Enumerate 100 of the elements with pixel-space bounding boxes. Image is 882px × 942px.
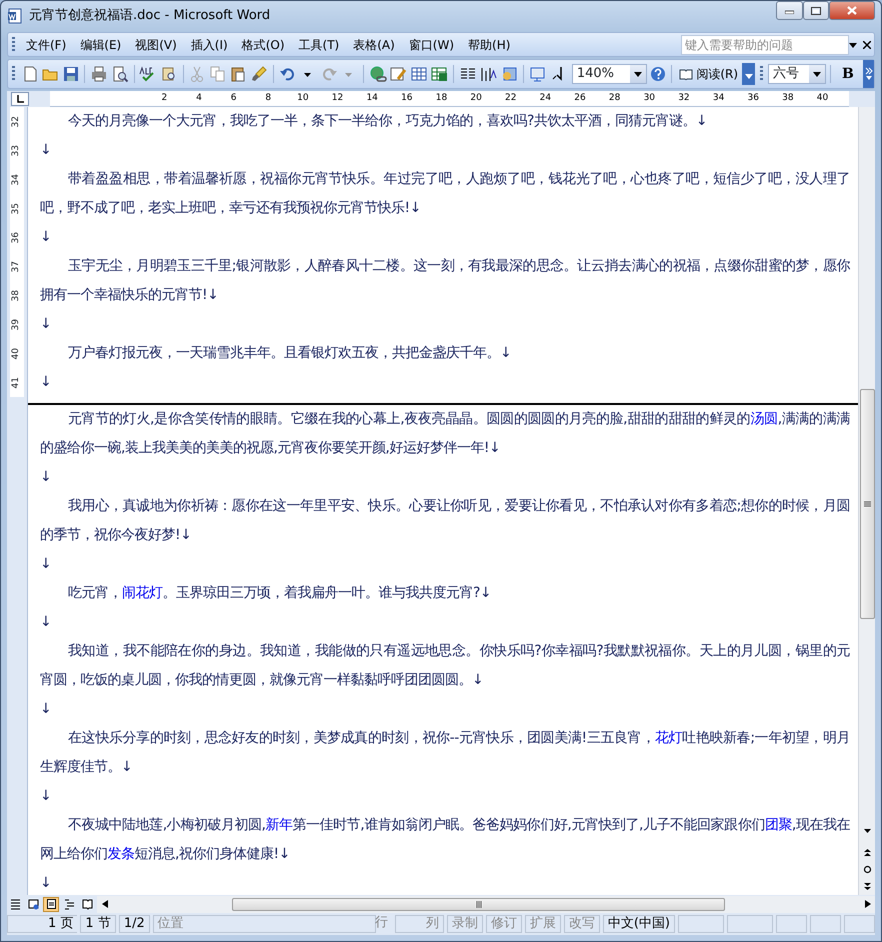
bold-button[interactable]: B — [834, 63, 861, 85]
status-field: 1/2 — [118, 915, 150, 933]
status-field: 改写 — [564, 915, 600, 933]
paragraph: 吃元宵，闹花灯。玉界琼田三万顷，着我扁舟一叶。谁与我共度元宵?↓ — [67, 584, 492, 603]
ruler-number: 16 — [400, 92, 414, 105]
ruler-number: 40 — [10, 348, 22, 360]
menu-item[interactable]: 插入(I) — [184, 34, 235, 56]
status-field: 1 页 — [7, 915, 78, 933]
grip-icon — [476, 900, 482, 908]
maximize-button[interactable] — [803, 1, 829, 20]
paragraph-mark: ↓ — [40, 613, 52, 632]
minimize-button[interactable] — [776, 1, 803, 20]
ruler-number: 35 — [10, 202, 22, 214]
paragraph: 我知道，我不能陪在你的身边。我知道，我能做的只有遥远地思念。你快乐吗?你幸福吗?我默默祝福你。天上的月儿圆，锅里的元宵圆，吃饭的桌儿圆，你我的情更圆，就像元宵一样黏黏呼呼团团圆圆。↓ — [40, 642, 850, 690]
ruler-number: 28 — [608, 92, 622, 105]
paragraph-mark: ↓ — [40, 874, 52, 893]
caret-icon — [634, 72, 642, 76]
print-preview-icon[interactable] — [110, 65, 129, 83]
document-map-icon[interactable] — [500, 65, 518, 83]
menu-item[interactable]: 帮助(H) — [461, 34, 518, 56]
toolbar-options-icon[interactable] — [864, 67, 872, 81]
ruler-number: 33 — [10, 144, 22, 156]
drawing-icon[interactable] — [479, 65, 498, 83]
close-button[interactable] — [829, 1, 875, 20]
status-field: 扩展 — [524, 915, 561, 933]
table-icon[interactable] — [410, 65, 428, 83]
word-document-icon — [7, 8, 23, 24]
paragraph: 带着盈盈相思，带着温馨祈愿，祝福你元宵节快乐。年过完了吧，人跑烦了吧，钱花光了吧，心也疼了吧，短信少了吧，没人理了吧，野不成了吧，老实上班吧，幸亏还有我预祝你元宵节快乐!↓ — [40, 170, 850, 218]
paragraph-mark: ↓ — [40, 373, 52, 392]
ruler-number: 12 — [330, 92, 344, 105]
browse-object-icon[interactable] — [862, 865, 872, 874]
globe-link-icon[interactable] — [368, 65, 387, 83]
ruler-number: 10 — [296, 92, 310, 105]
clipboard-icon[interactable] — [229, 65, 248, 83]
ruler-number: 37 — [10, 260, 22, 272]
scrollbar-thumb[interactable] — [232, 898, 725, 910]
menu-item[interactable]: 视图(V) — [128, 34, 184, 56]
lines-icon — [10, 898, 20, 910]
font-size-dropdown[interactable]: 六号 — [768, 64, 826, 84]
ruler-number: 41 — [10, 376, 22, 388]
tab-selector[interactable] — [11, 92, 29, 106]
menu-item[interactable]: 文件(F) — [19, 34, 74, 56]
table-pencil-icon[interactable] — [389, 65, 408, 83]
status-field: 中文(中国) — [602, 915, 675, 933]
ruler-number: 36 — [746, 92, 760, 105]
ruler-number: 38 — [10, 290, 22, 302]
open-book-icon — [82, 898, 92, 910]
ruler-number: 36 — [10, 232, 22, 244]
paragraph: 元宵节的灯火,是你含笑传情的眼睛。它缀在我的心幕上,夜夜亮晶晶。圆圆的圆圆的月亮的脸,甜甜的甜甜的鲜灵的汤圆,满满的满满的盛给你一碗,装上我美美的美美的祝愿,元宵夜你要笑开颜,好运好梦伴一年!↓ — [40, 410, 850, 458]
paragraph-mark: ↓ — [40, 141, 52, 160]
close-icon — [847, 6, 857, 15]
help-search-field[interactable]: 键入需要帮助的问题 — [681, 34, 849, 54]
paragraph: 万户春灯报元夜，一天瑞雪兆丰年。且看银灯欢五夜，共把金盏庆千年。↓ — [67, 344, 512, 363]
ruler-number: 14 — [365, 92, 379, 105]
ruler-number: 32 — [677, 92, 691, 105]
paragraph: 玉宇无尘，月明碧玉三千里;银河散影，人醉春风十二楼。这一刻，有我最深的思念。让云捎去满心的祝福，点缀你甜蜜的梦，愿你拥有一个幸福快乐的元宵节!↓ — [40, 257, 850, 305]
brush-icon[interactable] — [250, 65, 268, 83]
paragraph: 今天的月亮像一个大元宵，我吃了一半，条下一半给你，巧克力馅的，喜欢吗?共饮太平酒，同猜元宵谜。↓ — [67, 112, 708, 131]
ruler-number: 18 — [434, 92, 448, 105]
ruler-number: 30 — [642, 92, 656, 105]
status-field — [727, 915, 774, 933]
window-title: 元宵节创意祝福语.doc - Microsoft Word — [29, 7, 270, 26]
menu-item[interactable]: 工具(T) — [292, 34, 346, 56]
scroll-left-icon[interactable] — [102, 900, 108, 908]
menu-item[interactable]: 编辑(E) — [73, 34, 128, 56]
status-field: 行 — [374, 915, 392, 933]
web-page-icon — [28, 898, 38, 910]
ruler-number: 8 — [264, 92, 272, 105]
paragraph-mark: ↓ — [40, 787, 52, 806]
outline-icon — [64, 898, 74, 910]
scrollbar-thumb[interactable] — [860, 389, 874, 619]
view-mode-button[interactable] — [43, 896, 59, 912]
caret-icon[interactable] — [849, 42, 857, 48]
ruler-number: 26 — [573, 92, 587, 105]
scroll-right-icon[interactable] — [864, 900, 870, 908]
paragraph: 在这快乐分享的时刻，思念好友的时刻，美梦成真的时刻，祝你--元宵快乐，团圆美满!三五良宵，花灯吐艳映新春;一年初望，明月生辉度佳节。↓ — [40, 729, 850, 777]
ruler-number: 39 — [10, 318, 22, 330]
ruler-number: 20 — [469, 92, 483, 105]
zoom-dropdown[interactable]: 140% — [572, 64, 647, 84]
ruler-number: 40 — [816, 92, 830, 105]
ruler-number: 38 — [781, 92, 795, 105]
next-page-icon[interactable] — [862, 882, 872, 891]
paragraph-mark: ↓ — [40, 555, 52, 574]
paragraph-mark: ↓ — [40, 468, 52, 487]
save-icon[interactable] — [62, 65, 80, 83]
page-icon — [46, 898, 56, 910]
menu-item[interactable]: 窗口(W) — [402, 34, 462, 56]
previous-page-icon[interactable] — [862, 848, 872, 857]
close-icon[interactable] — [863, 41, 871, 50]
status-field — [776, 915, 808, 933]
ruler-number: 24 — [538, 92, 552, 105]
help-icon[interactable] — [650, 66, 666, 82]
printer-icon[interactable] — [90, 65, 108, 83]
menu-item[interactable]: 格式(O) — [234, 34, 292, 56]
ruler-number: 32 — [10, 116, 22, 128]
spreadsheet-icon[interactable] — [430, 65, 448, 83]
paragraph: 我用心，真诚地为你祈祷：愿你在这一年里平安、快乐。心要让你听见，爱要让你看见，不怕承认对你有多着恋;想你的时候，月圆的季节，祝你今夜好梦!↓ — [40, 497, 850, 545]
reading-button[interactable]: 阅读(R) — [676, 65, 742, 83]
screen-icon[interactable] — [528, 65, 547, 83]
menu-item[interactable]: 表格(A) — [346, 34, 402, 56]
